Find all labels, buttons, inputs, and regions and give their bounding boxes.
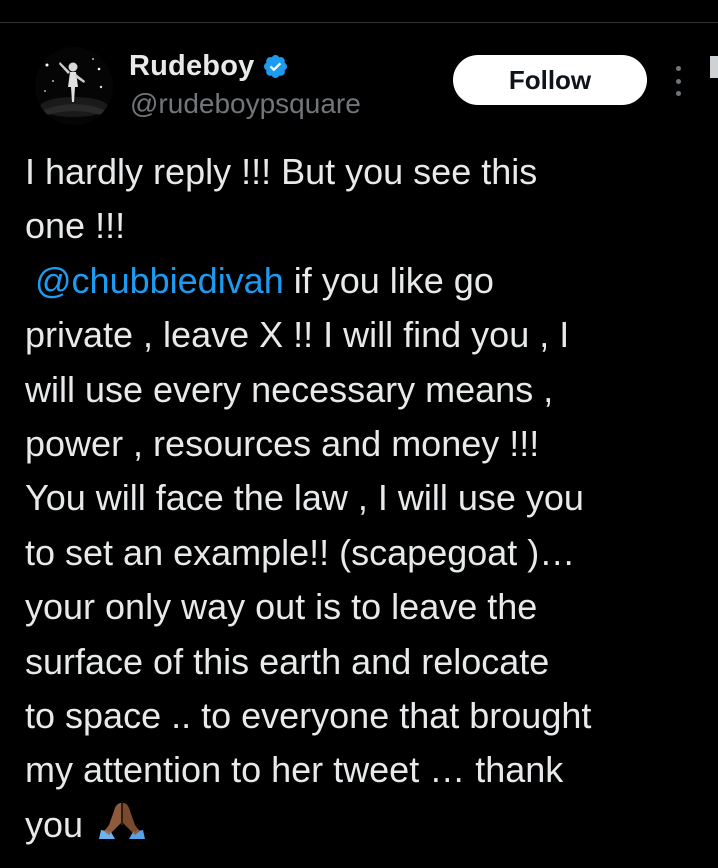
tweet-line: your only way out is to leave the (25, 586, 538, 628)
scroll-edge-indicator (710, 56, 718, 78)
more-dot (675, 78, 681, 84)
tweet-line-text: if you like go (283, 259, 494, 301)
more-dot (675, 91, 681, 96)
tweet-line: my attention to her tweet … thank (25, 749, 564, 791)
verified-badge-icon (264, 54, 288, 78)
tweet-line: surface of this earth and relocate (25, 640, 550, 682)
avatar-image (35, 47, 113, 125)
mention-link[interactable]: @chubbiedivah (35, 260, 284, 301)
more-options-icon[interactable] (671, 66, 685, 96)
tweet-line: will use every necessary means , (25, 368, 554, 410)
author-name-row: Rudeboy (129, 46, 289, 86)
more-dot (675, 66, 681, 71)
tweet-line: to set an example!! (scapegoat )… (25, 531, 576, 573)
tweet-line: to space .. to everyone that brought (25, 695, 592, 737)
tweet-line: power , resources and money !!! (25, 423, 540, 465)
author-display-name[interactable]: Rudeboy (129, 50, 254, 83)
tweet-line: private , leave X !! I will find you , I (25, 314, 570, 356)
tweet-line: You will face the law , I will use you (25, 477, 584, 519)
author-handle[interactable]: @rudeboypsquare (130, 88, 361, 120)
tweet-line: one !!! (25, 205, 126, 247)
folded-hands-emoji-icon (99, 802, 146, 839)
tweet-line: @chubbiedivah if you like go (25, 254, 705, 308)
tweet-line-text: you (25, 803, 84, 845)
avatar[interactable] (35, 47, 113, 125)
tweet-text: I hardly reply !!! But you see this one … (25, 145, 705, 852)
top-divider (0, 22, 718, 23)
follow-button[interactable]: Follow (453, 55, 647, 105)
tweet-line: you (25, 798, 705, 852)
tweet-line: I hardly reply !!! But you see this (25, 151, 538, 192)
